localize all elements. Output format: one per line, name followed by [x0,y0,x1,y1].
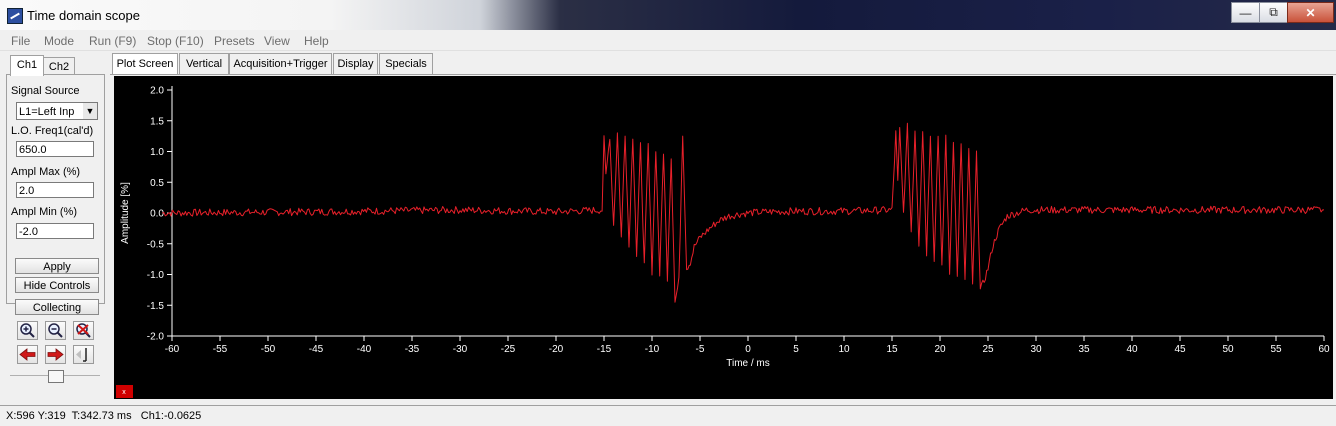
scope-plot[interactable]: 2.01.51.00.50.0-0.5-1.0-1.5-2.0-60 -55 -50… [114,76,1333,399]
x-tick-label: 40 [1126,344,1138,355]
menu-stop[interactable]: Stop (F10) [147,34,204,48]
ampl-max-label: Ampl Max (%) [11,166,81,178]
control-panel: Ch1 Ch2 Signal Source L1=Left Inp ▼ L.O.… [6,50,105,405]
horizontal-slider[interactable] [10,368,100,384]
tab-acquisition-trigger[interactable]: Acquisition+Trigger [229,53,332,74]
x-tick-label: 55 [1270,344,1282,355]
y-tick-label: -1.5 [147,301,165,312]
cursor-marker-icon[interactable] [73,345,94,364]
y-tick-label: 2.0 [150,86,164,97]
zoom-in-icon[interactable] [17,321,38,340]
scroll-right-icon[interactable] [45,345,66,364]
x-tick-label: -45 [309,344,324,355]
x-tick-label: 45 [1174,344,1186,355]
tab-vertical[interactable]: Vertical [179,53,229,74]
menu-presets[interactable]: Presets [214,34,255,48]
y-tick-label: 1.5 [150,116,164,127]
x-tick-label: -55 [213,344,228,355]
x-tick-label: -50 [261,344,276,355]
y-tick-label: 1.0 [150,147,164,158]
dropdown-arrow-icon[interactable]: ▼ [83,103,97,119]
x-tick-label: 30 [1030,344,1042,355]
y-tick-label: 0.5 [150,178,164,189]
x-tick-label: -20 [549,344,564,355]
x-tick-label: -15 [597,344,612,355]
plot-background [114,76,1333,399]
y-tick-label: 0.0 [150,209,164,220]
tab-plot-screen[interactable]: Plot Screen [112,53,178,74]
tab-ch1[interactable]: Ch1 [10,55,44,76]
x-tick-label: 60 [1318,344,1330,355]
x-tick-label: 25 [982,344,994,355]
menu-help[interactable]: Help [304,34,329,48]
menu-bar: File Mode Run (F9) Stop (F10) Presets Vi… [0,30,1336,51]
x-tick-label: -35 [405,344,420,355]
x-tick-label: -30 [453,344,468,355]
window-title: Time domain scope [27,8,140,23]
hide-controls-button[interactable]: Hide Controls [15,277,99,293]
slider-thumb[interactable] [48,370,64,383]
x-tick-label: 10 [838,344,850,355]
x-tick-label: 5 [793,344,799,355]
y-axis-label: Amplitude [%] [120,182,131,244]
title-bar: Time domain scope — ⧉ ✕ [0,0,1336,30]
trace-marker-label: x [122,389,126,396]
x-tick-label: -40 [357,344,372,355]
zoom-out-icon[interactable] [45,321,66,340]
x-tick-label: -5 [696,344,705,355]
status-text: X:596 Y:319 T:342.73 ms Ch1:-0.0625 [6,410,202,422]
x-tick-label: 20 [934,344,946,355]
window-controls: — ⧉ ✕ [1231,2,1334,23]
ampl-min-field[interactable]: -2.0 [16,223,94,239]
x-tick-label: 15 [886,344,898,355]
lo-freq-field[interactable]: 650.0 [16,141,94,157]
close-button[interactable]: ✕ [1287,2,1334,23]
y-tick-label: -1.0 [147,270,165,281]
scroll-left-icon[interactable] [17,345,38,364]
ampl-max-field[interactable]: 2.0 [16,182,94,198]
x-tick-label: -25 [501,344,516,355]
x-tick-label: -10 [645,344,660,355]
app-icon [7,8,23,24]
menu-file[interactable]: File [11,34,30,48]
y-tick-label: -0.5 [147,239,165,250]
signal-source-label: Signal Source [11,85,80,97]
x-tick-label: 0 [745,344,751,355]
signal-source-select[interactable]: L1=Left Inp ▼ [16,102,98,120]
x-tick-label: -60 [165,344,180,355]
x-axis-label: Time / ms [726,358,770,369]
x-tick-label: 35 [1078,344,1090,355]
tab-specials[interactable]: Specials [379,53,433,74]
x-tick-label: 50 [1222,344,1234,355]
menu-mode[interactable]: Mode [44,34,74,48]
maximize-button[interactable]: ⧉ [1259,2,1288,23]
tab-display[interactable]: Display [333,53,378,74]
ampl-min-label: Ampl Min (%) [11,206,78,218]
y-tick-label: -2.0 [147,332,165,343]
lo-freq-label: L.O. Freq1(cal'd) [11,125,94,137]
status-bar: X:596 Y:319 T:342.73 ms Ch1:-0.0625 [0,405,1336,426]
collecting-button[interactable]: Collecting [15,299,99,315]
menu-run[interactable]: Run (F9) [89,34,136,48]
minimize-button[interactable]: — [1231,2,1260,23]
signal-source-value: L1=Left Inp [19,106,75,118]
apply-button[interactable]: Apply [15,258,99,274]
zoom-reset-icon[interactable] [73,321,94,340]
menu-view[interactable]: View [264,34,290,48]
